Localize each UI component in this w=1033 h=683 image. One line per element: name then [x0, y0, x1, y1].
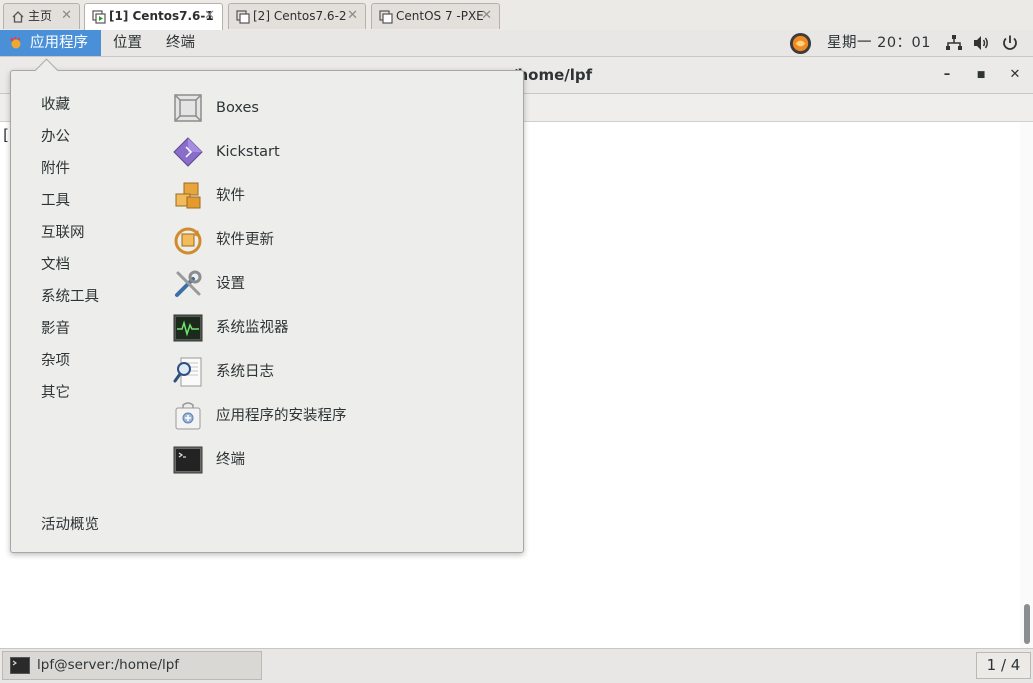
gnome-top-bar: 应用程序 位置 终端 星期一 20：01 [0, 30, 1033, 57]
software-icon [175, 182, 201, 209]
app-label: 系统日志 [216, 364, 274, 380]
app-label: Boxes [216, 100, 259, 116]
terminal-prompt-fragment: [ [1, 126, 11, 144]
volume-icon[interactable] [972, 34, 990, 52]
system-log-icon [173, 357, 202, 387]
power-icon[interactable] [1001, 34, 1019, 52]
category-sundry[interactable]: 杂项 [41, 349, 70, 370]
app-label: 软件更新 [216, 232, 274, 248]
gnome-foot-icon [10, 36, 21, 49]
workspace-pager[interactable]: 1 / 4 [976, 652, 1031, 679]
home-icon [12, 11, 24, 23]
app-label: 软件 [216, 188, 245, 204]
vm-tab-home[interactable]: 主页 ✕ [3, 3, 80, 29]
settings-icon [175, 270, 202, 297]
vm-tab-label: CentOS 7 -PXE [396, 9, 484, 23]
app-label: 系统监视器 [216, 320, 289, 336]
close-icon[interactable]: ✕ [1006, 66, 1024, 84]
terminal-icon [10, 657, 30, 674]
software-update-icon [174, 227, 202, 255]
category-sound-video[interactable]: 影音 [41, 317, 70, 338]
vm-tab-label: [1] Centos7.6-1 [109, 9, 214, 23]
category-documents[interactable]: 文档 [41, 253, 70, 274]
terminal-scrollbar[interactable] [1020, 122, 1033, 648]
app-software-update[interactable]: 软件更新 [171, 221, 491, 259]
app-software[interactable]: 软件 [171, 177, 491, 215]
app-system-monitor[interactable]: 系统监视器 [171, 309, 491, 347]
vm-tab-label: 主页 [28, 9, 53, 23]
category-other[interactable]: 其它 [41, 381, 70, 402]
clock[interactable]: 星期一 20：01 [827, 30, 931, 56]
applications-menu-button[interactable]: 应用程序 [0, 30, 101, 56]
vm-icon [236, 10, 250, 24]
vm-tab-centos7-pxe[interactable]: CentOS 7 -PXE ✕ [371, 3, 500, 29]
vm-icon [379, 10, 393, 24]
app-installer[interactable]: 应用程序的安装程序 [171, 397, 491, 435]
vm-tab-strip: 主页 ✕ [1] Centos7.6-1 ✕ [2] Centos7.6-2 ✕… [0, 0, 1033, 31]
category-system-tools[interactable]: 系统工具 [41, 285, 99, 306]
system-monitor-icon [173, 314, 203, 342]
places-menu[interactable]: 位置 [113, 30, 142, 56]
app-label: 应用程序的安装程序 [216, 408, 347, 424]
applications-label: 应用程序 [30, 35, 88, 51]
app-label: 设置 [216, 276, 245, 292]
vm-running-icon [92, 10, 106, 24]
category-internet[interactable]: 互联网 [41, 221, 85, 242]
applications-menu-popup: 收藏 办公 附件 工具 互联网 文档 系统工具 影音 杂项 其它 活动概览 Bo… [10, 58, 524, 553]
category-office[interactable]: 办公 [41, 125, 70, 146]
taskbar-window-label: lpf@server:/home/lpf [37, 657, 180, 673]
scrollbar-thumb[interactable] [1024, 604, 1030, 644]
bottom-taskbar: lpf@server:/home/lpf 1 / 4 [0, 648, 1033, 683]
terminal-app-menu[interactable]: 终端 [166, 30, 195, 56]
boxes-icon [174, 94, 202, 122]
taskbar-window-terminal[interactable]: lpf@server:/home/lpf [2, 651, 262, 680]
category-favorites[interactable]: 收藏 [41, 93, 70, 114]
vm-tab-centos76-2[interactable]: [2] Centos7.6-2 ✕ [228, 3, 366, 29]
category-utilities[interactable]: 工具 [41, 189, 70, 210]
app-kickstart[interactable]: Kickstart [171, 133, 491, 171]
close-icon[interactable]: ✕ [481, 4, 492, 28]
user-avatar-icon[interactable] [789, 32, 812, 55]
maximize-icon[interactable]: ■ [972, 66, 990, 84]
minimize-icon[interactable]: – [938, 66, 956, 84]
app-label: Kickstart [216, 144, 280, 160]
app-boxes[interactable]: Boxes [171, 89, 491, 127]
kickstart-icon [173, 137, 203, 167]
app-label: 终端 [216, 452, 245, 468]
network-icon[interactable] [945, 34, 963, 52]
activities-overview[interactable]: 活动概览 [41, 513, 99, 534]
app-terminal[interactable]: 终端 [171, 441, 491, 479]
close-icon[interactable]: ✕ [204, 4, 215, 28]
window-title-text: /home/lpf [512, 66, 593, 84]
category-accessories[interactable]: 附件 [41, 157, 70, 178]
app-system-log[interactable]: 系统日志 [171, 353, 491, 391]
close-icon[interactable]: ✕ [61, 4, 72, 28]
terminal-icon [173, 446, 203, 474]
vm-tab-label: [2] Centos7.6-2 [253, 9, 347, 23]
vm-tab-centos76-1[interactable]: [1] Centos7.6-1 ✕ [84, 3, 223, 30]
close-icon[interactable]: ✕ [347, 4, 358, 28]
app-installer-icon [175, 402, 201, 430]
app-settings[interactable]: 设置 [171, 265, 491, 303]
